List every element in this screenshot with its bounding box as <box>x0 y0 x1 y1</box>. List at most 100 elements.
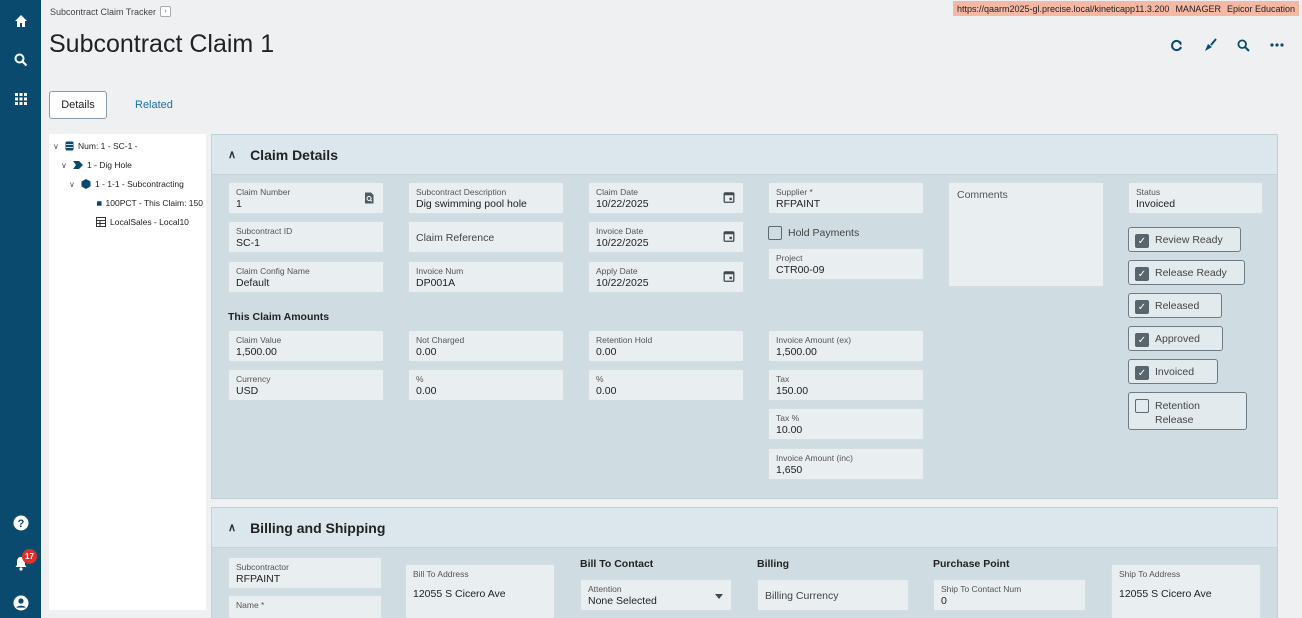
more-icon[interactable] <box>1270 43 1284 47</box>
tax-percent-field[interactable]: Tax % 10.00 <box>768 408 924 440</box>
subcontractor-field[interactable]: Subcontractor RFPAINT <box>228 557 382 589</box>
checkmark-icon[interactable]: ✓ <box>1135 366 1149 380</box>
field-label: Attention <box>588 584 622 594</box>
field-label: Comments <box>957 189 1008 201</box>
tree-item-claim[interactable]: 100PCT - This Claim: 150 <box>97 198 203 208</box>
checkmark-icon[interactable]: ✓ <box>1135 333 1149 347</box>
calendar-icon[interactable] <box>723 191 735 203</box>
chevron-right-icon[interactable]: › <box>160 6 172 17</box>
chevron-up-icon[interactable]: ∧ <box>228 521 236 534</box>
claim-date-field[interactable]: Claim Date 10/22/2025 <box>588 182 744 214</box>
tree-item-task[interactable]: ∨ 1 - Dig Hole <box>61 160 132 170</box>
ship-to-contact-num-field[interactable]: Ship To Contact Num 0 <box>933 579 1086 611</box>
field-value: 1,500.00 <box>236 346 277 358</box>
checkmark-icon[interactable]: ✓ <box>1135 267 1149 281</box>
chevron-down-icon[interactable]: ∨ <box>61 161 69 170</box>
attention-select[interactable]: Attention None Selected <box>580 579 732 611</box>
field-label: Invoice Amount (ex) <box>776 335 852 345</box>
clear-brush-icon[interactable] <box>1203 38 1217 52</box>
retention-percent-field[interactable]: % 0.00 <box>588 369 744 401</box>
claim-number-field[interactable]: Claim Number 1 <box>228 182 384 214</box>
field-label: Not Charged <box>416 335 465 345</box>
tree-item-operation[interactable]: ∨ 1 - 1-1 - Subcontracting <box>69 179 184 189</box>
tab-related[interactable]: Related <box>135 99 173 111</box>
calendar-icon[interactable] <box>723 230 735 242</box>
field-label: Apply Date <box>596 266 638 276</box>
environment-company: Epicor Education <box>1226 3 1295 14</box>
chevron-up-icon[interactable]: ∧ <box>228 148 236 161</box>
field-value: USD <box>236 385 259 397</box>
field-value: CTR00-09 <box>776 264 825 276</box>
field-label: Ship To Address <box>1119 569 1181 579</box>
apps-grid-icon[interactable] <box>0 84 41 114</box>
checkbox-label: Hold Payments <box>788 227 860 239</box>
field-value: 0.00 <box>416 385 437 397</box>
chevron-down-icon[interactable]: ∨ <box>53 142 61 151</box>
not-charged-field[interactable]: Not Charged 0.00 <box>408 330 564 362</box>
tree-item-label: Num: 1 - SC-1 - <box>78 141 138 151</box>
retention-hold-field[interactable]: Retention Hold 0.00 <box>588 330 744 362</box>
field-label: Retention Hold <box>596 335 653 345</box>
approved-checkbox[interactable]: ✓ Approved <box>1128 326 1223 351</box>
field-label: Subcontract ID <box>236 226 293 236</box>
invoice-amount-inc-field[interactable]: Invoice Amount (inc) 1,650 <box>768 448 924 480</box>
tree-item-num[interactable]: ∨ Num: 1 - SC-1 - <box>53 141 138 151</box>
user-icon[interactable] <box>0 588 41 618</box>
released-checkbox[interactable]: ✓ Released <box>1128 293 1222 318</box>
billing-shipping-header[interactable]: ∧ Billing and Shipping <box>212 508 1277 548</box>
search-icon[interactable] <box>0 45 41 75</box>
left-rail: ? 17 <box>0 0 41 618</box>
checkmark-icon[interactable]: ✓ <box>1135 234 1149 248</box>
supplier-field[interactable]: Supplier * RFPAINT <box>768 182 924 214</box>
checkbox-label: Approved <box>1155 333 1200 345</box>
name-field[interactable]: Name * <box>228 595 382 618</box>
field-value: SC-1 <box>236 237 260 249</box>
claim-details-header[interactable]: ∧ Claim Details <box>212 135 1277 175</box>
claim-value-field[interactable]: Claim Value 1,500.00 <box>228 330 384 362</box>
purchase-point-heading: Purchase Point <box>933 558 1010 570</box>
apply-date-field[interactable]: Apply Date 10/22/2025 <box>588 261 744 293</box>
dropdown-caret-icon[interactable] <box>715 594 723 599</box>
chevron-down-icon[interactable]: ∨ <box>69 180 77 189</box>
home-icon[interactable] <box>0 6 41 36</box>
checkbox-box[interactable] <box>1135 399 1149 413</box>
tree-item-sales[interactable]: LocalSales - Local10 <box>96 217 189 227</box>
billing-shipping-panel: ∧ Billing and Shipping Subcontractor RFP… <box>211 507 1278 618</box>
document-search-icon[interactable] <box>363 192 375 204</box>
calendar-icon[interactable] <box>723 270 735 282</box>
subcontract-description-field[interactable]: Subcontract Description Dig swimming poo… <box>408 182 564 214</box>
field-label: Subcontractor <box>236 562 289 572</box>
claim-config-name-field[interactable]: Claim Config Name Default <box>228 261 384 293</box>
checkmark-icon[interactable]: ✓ <box>1135 300 1149 314</box>
field-value: Default <box>236 277 270 289</box>
invoice-num-field[interactable]: Invoice Num DP001A <box>408 261 564 293</box>
invoice-date-field[interactable]: Invoice Date 10/22/2025 <box>588 221 744 253</box>
refresh-icon[interactable] <box>1170 39 1183 52</box>
invoice-amount-ex-field[interactable]: Invoice Amount (ex) 1,500.00 <box>768 330 924 362</box>
subcontract-id-field[interactable]: Subcontract ID SC-1 <box>228 221 384 253</box>
invoiced-checkbox[interactable]: ✓ Invoiced <box>1128 359 1218 384</box>
field-label: Subcontract Description <box>416 187 507 197</box>
project-field[interactable]: Project CTR00-09 <box>768 248 924 280</box>
claim-reference-field[interactable]: Claim Reference <box>408 221 564 253</box>
hold-payments-checkbox[interactable]: Hold Payments <box>768 226 859 240</box>
tax-field[interactable]: Tax 150.00 <box>768 369 924 401</box>
release-ready-checkbox[interactable]: ✓ Release Ready <box>1128 260 1245 285</box>
ship-to-address-field[interactable]: Ship To Address 12055 S Cicero Ave <box>1111 564 1261 618</box>
billing-currency-field[interactable]: Billing Currency <box>757 579 909 611</box>
not-charged-percent-field[interactable]: % 0.00 <box>408 369 564 401</box>
claim-details-panel: ∧ Claim Details Claim Number 1 Subcontra… <box>211 134 1278 499</box>
retention-release-checkbox[interactable]: Retention Release <box>1128 392 1247 430</box>
review-ready-checkbox[interactable]: ✓ Review Ready <box>1128 227 1241 252</box>
checkbox-box[interactable] <box>768 226 782 240</box>
bill-to-address-field[interactable]: Bill To Address 12055 S Cicero Ave <box>405 564 555 618</box>
search-icon[interactable] <box>1237 38 1250 52</box>
breadcrumb-label[interactable]: Subcontract Claim Tracker <box>50 7 156 17</box>
tab-details[interactable]: Details <box>49 91 107 119</box>
comments-textarea[interactable]: Comments <box>948 182 1104 287</box>
checkbox-label: Release Ready <box>1155 267 1227 279</box>
field-value: 0 <box>941 595 947 607</box>
help-icon[interactable]: ? <box>0 508 41 538</box>
amounts-heading: This Claim Amounts <box>228 311 330 323</box>
currency-field[interactable]: Currency USD <box>228 369 384 401</box>
